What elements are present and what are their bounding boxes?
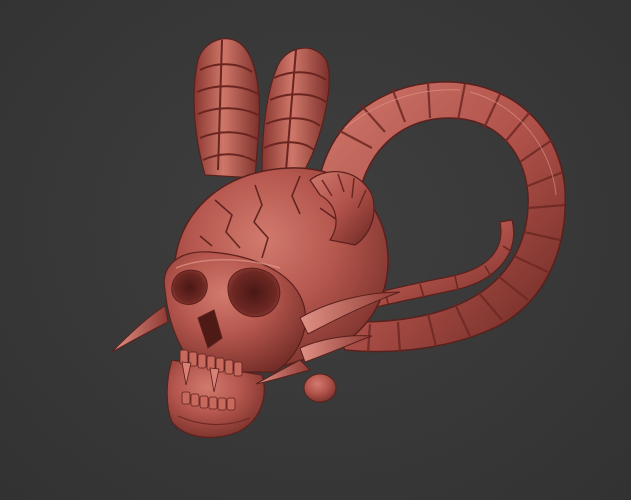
rear-knob — [303, 373, 337, 403]
ear-horn-right — [261, 47, 330, 181]
cheek-spike-left — [111, 305, 169, 353]
ear-horn-left — [193, 38, 261, 179]
demon-skull-model[interactable] — [0, 0, 631, 500]
eye-socket-left — [171, 269, 208, 305]
3d-sculpt-viewport[interactable] — [0, 0, 631, 500]
